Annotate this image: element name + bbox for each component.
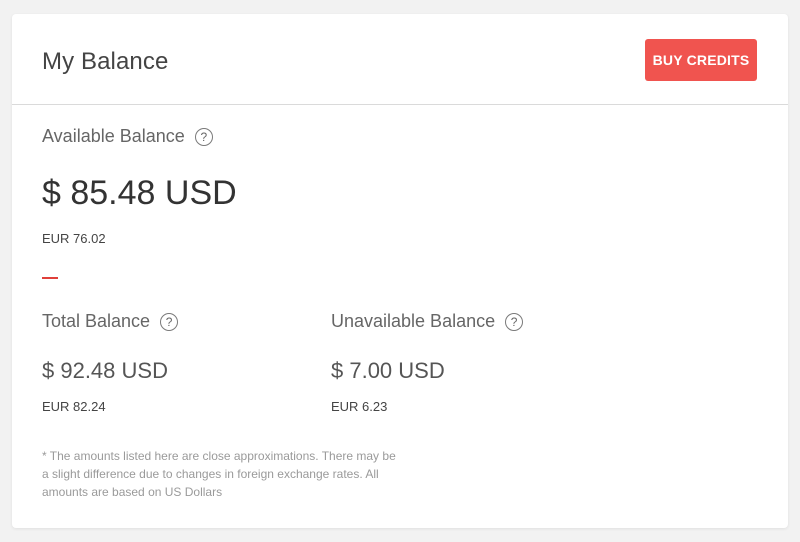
total-balance-label-row: Total Balance ?: [42, 311, 179, 332]
total-balance-eur: EUR 82.24: [42, 399, 106, 414]
help-icon[interactable]: ?: [505, 312, 524, 331]
available-balance-eur: EUR 76.02: [42, 231, 106, 246]
available-balance-usd: $ 85.48 USD: [42, 174, 237, 212]
help-icon[interactable]: ?: [194, 127, 213, 146]
total-balance-label: Total Balance: [42, 311, 151, 331]
unavailable-balance-label-row: Unavailable Balance ?: [331, 311, 524, 332]
unavailable-balance-label: Unavailable Balance: [331, 311, 496, 331]
total-balance-usd: $ 92.48 USD: [42, 358, 168, 383]
balance-card: My Balance BUY CREDITS Available Balance…: [12, 14, 788, 528]
card-header: My Balance BUY CREDITS: [12, 14, 788, 105]
available-balance-label-row: Available Balance ?: [42, 126, 213, 147]
available-balance-label: Available Balance: [42, 126, 185, 146]
exchange-rate-footnote: * The amounts listed here are close appr…: [42, 449, 396, 499]
unavailable-balance-usd: $ 7.00 USD: [331, 358, 445, 383]
accent-divider: [42, 277, 58, 279]
help-icon[interactable]: ?: [160, 312, 179, 331]
unavailable-balance-eur: EUR 6.23: [331, 399, 388, 414]
page-title: My Balance: [42, 48, 169, 75]
buy-credits-button[interactable]: BUY CREDITS: [645, 39, 757, 81]
